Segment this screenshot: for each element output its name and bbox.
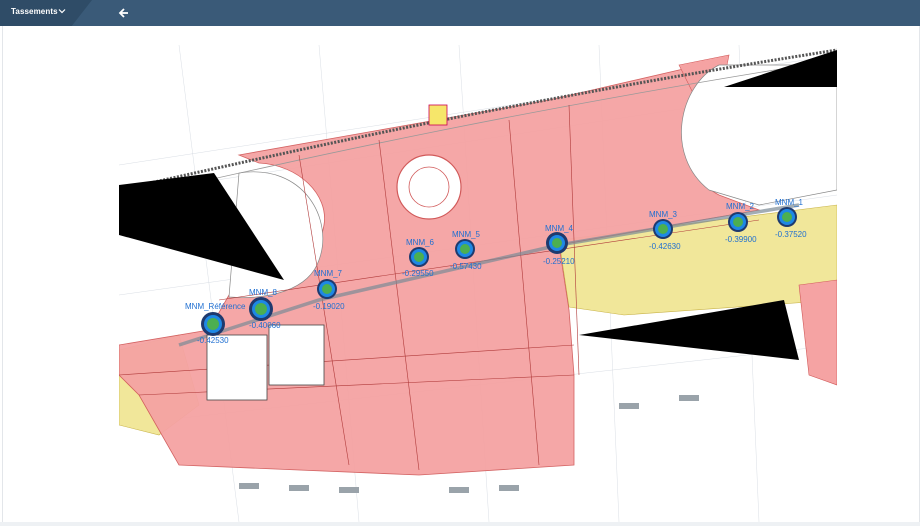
top-bar: Tassements: [0, 0, 920, 26]
marker-name: MNM_2: [726, 202, 755, 211]
marker-name: MNM_5: [452, 230, 481, 239]
marker-value: -0.25210: [543, 257, 575, 266]
floor-plan-drawing: MNM_Référence -0.42530 MNM_8 -0.40060 MN…: [119, 45, 837, 522]
bottom-strip: [0, 522, 920, 526]
marker-name: MNM_1: [775, 198, 804, 207]
marker-value: -0.29550: [402, 269, 434, 278]
marker-name: MNM_7: [314, 269, 343, 278]
marker-name: MNM_3: [649, 210, 678, 219]
arrow-left-icon[interactable]: [116, 5, 132, 21]
chevron-down-icon[interactable]: [57, 6, 67, 16]
marker-name: MNM_Référence: [185, 302, 246, 311]
marker-name: MNM_8: [249, 288, 278, 297]
tab-label[interactable]: Tassements: [11, 7, 58, 16]
marker-value: -0.39900: [725, 235, 757, 244]
marker-name: MNM_6: [406, 238, 435, 247]
marker-value: -0.40060: [249, 321, 281, 330]
marker-value: -0.37520: [775, 230, 807, 239]
stair-core: [396, 154, 462, 220]
marker-value: -0.42530: [197, 336, 229, 345]
marker-value: -0.57430: [450, 262, 482, 271]
marker-name: MNM_4: [545, 224, 574, 233]
floor-plan-viewer[interactable]: MNM_Référence -0.42530 MNM_8 -0.40060 MN…: [119, 45, 837, 522]
marker-value: -0.42630: [649, 242, 681, 251]
marker-value: -0.19020: [313, 302, 345, 311]
